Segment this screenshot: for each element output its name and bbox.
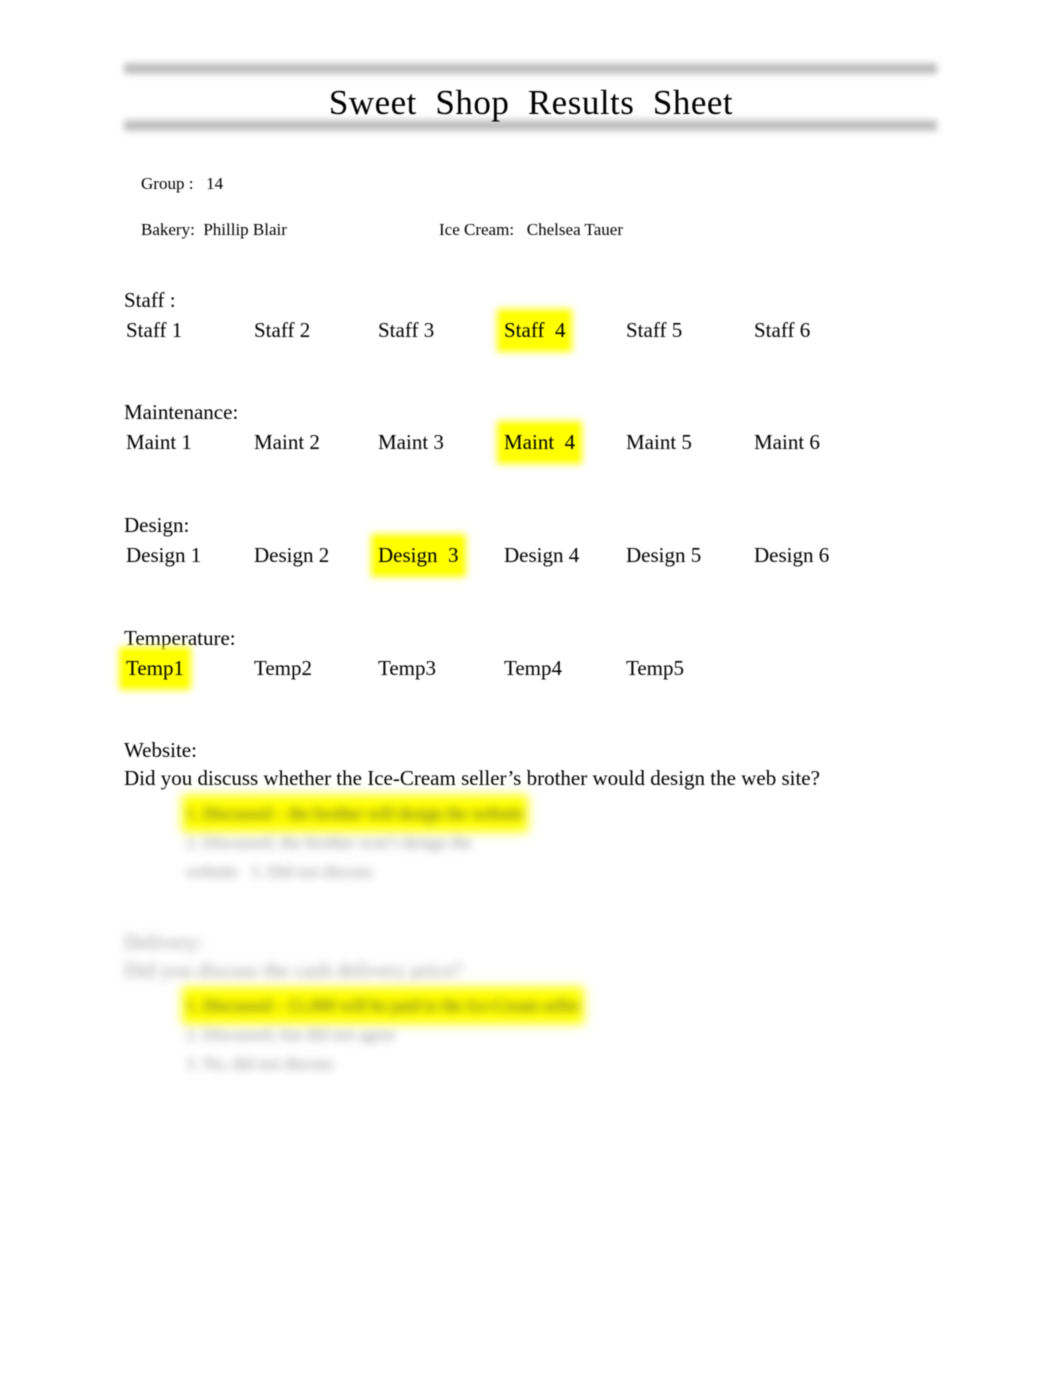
option-group-temperature: Temperature: Temp1 Temp2 Temp3 Temp4 Temp5 bbox=[124, 624, 684, 688]
option-maintenance-1[interactable]: Maint 1 bbox=[124, 426, 194, 459]
answer-delivery-2[interactable]: 2. Discussed, but did not agree bbox=[186, 1020, 395, 1049]
option-design-4[interactable]: Design 4 bbox=[502, 539, 581, 572]
answer-delivery-3[interactable]: 3. No, did not discuss bbox=[186, 1049, 333, 1078]
section-label: Website: bbox=[124, 738, 197, 762]
option-design-6[interactable]: Design 6 bbox=[752, 539, 831, 572]
answer-website-2[interactable]: 2. Discussed, the brother won’t design t… bbox=[186, 828, 472, 857]
option-temperature-4[interactable]: Temp4 bbox=[502, 652, 564, 685]
bakery-label: Bakery: bbox=[141, 220, 195, 239]
option-row-staff: Staff 1 Staff 2 Staff 3 Staff 4 Staff 5 Staff… bbox=[124, 314, 810, 350]
option-maintenance-6[interactable]: Maint 6 bbox=[752, 426, 822, 459]
option-design-2[interactable]: Design 2 bbox=[252, 539, 331, 572]
icecream-line: Ice Cream: Chelsea Tauer bbox=[422, 194, 623, 266]
option-group-label: Maintenance: bbox=[124, 400, 239, 424]
section-question: Did you discuss whether the Ice-Cream se… bbox=[124, 766, 820, 790]
section-website: Website: Did you discuss whether the Ice… bbox=[124, 736, 884, 886]
page-title: Sweet Shop Results Sheet bbox=[328, 83, 734, 122]
option-group-staff: Staff : Staff 1 Staff 2 Staff 3 Staff 4 Staf… bbox=[124, 286, 810, 350]
option-staff-4[interactable]: Staff 4 bbox=[502, 314, 568, 347]
option-group-label: Temperature: bbox=[124, 626, 236, 650]
bakery-value: Phillip Blair bbox=[203, 220, 287, 239]
group-label: Group : bbox=[141, 174, 194, 193]
answer-delivery-1[interactable]: 1. Discussed – £1,000 will be paid to th… bbox=[186, 991, 580, 1020]
group-value: 14 bbox=[206, 174, 224, 193]
option-group-label: Staff : bbox=[124, 288, 176, 312]
option-maintenance-4[interactable]: Maint 4 bbox=[502, 426, 578, 459]
section-question: Did you discuss the cash delivery price? bbox=[124, 958, 463, 982]
answer-list-website: 1. Discussed – the brother will design t… bbox=[124, 799, 884, 886]
answer-website-1[interactable]: 1. Discussed – the brother will design t… bbox=[186, 799, 524, 828]
option-staff-6[interactable]: Staff 6 bbox=[752, 314, 812, 347]
option-design-3[interactable]: Design 3 bbox=[376, 539, 461, 572]
option-maintenance-3[interactable]: Maint 3 bbox=[376, 426, 446, 459]
option-temperature-3[interactable]: Temp3 bbox=[376, 652, 438, 685]
option-temperature-5[interactable]: Temp5 bbox=[624, 652, 686, 685]
option-temperature-1[interactable]: Temp1 bbox=[124, 652, 187, 685]
option-staff-5[interactable]: Staff 5 bbox=[624, 314, 684, 347]
option-group-maintenance: Maintenance: Maint 1 Maint 2 Maint 3 Maint … bbox=[124, 398, 820, 462]
option-group-label: Design: bbox=[124, 513, 190, 537]
option-row-temperature: Temp1 Temp2 Temp3 Temp4 Temp5 bbox=[124, 652, 684, 688]
option-temperature-2[interactable]: Temp2 bbox=[252, 652, 314, 685]
option-maintenance-5[interactable]: Maint 5 bbox=[624, 426, 694, 459]
section-label: Delivery: bbox=[124, 930, 204, 954]
answer-website-3[interactable]: website 3. Did not discuss bbox=[186, 857, 373, 886]
option-staff-2[interactable]: Staff 2 bbox=[252, 314, 312, 347]
option-staff-1[interactable]: Staff 1 bbox=[124, 314, 184, 347]
option-maintenance-2[interactable]: Maint 2 bbox=[252, 426, 322, 459]
icecream-label: Ice Cream: bbox=[439, 220, 515, 239]
section-delivery: Delivery: Did you discuss the cash deliv… bbox=[124, 928, 884, 1078]
bakery-line: Bakery: Phillip Blair bbox=[124, 194, 287, 266]
option-design-5[interactable]: Design 5 bbox=[624, 539, 703, 572]
header-rule-top bbox=[124, 63, 937, 74]
document-page: Sweet Shop Results Sheet Group : 14 Bake… bbox=[0, 0, 1062, 1377]
option-row-design: Design 1 Design 2 Design 3 Design 4 Design 5… bbox=[124, 539, 829, 575]
icecream-value: Chelsea Tauer bbox=[526, 220, 624, 239]
option-staff-3[interactable]: Staff 3 bbox=[376, 314, 436, 347]
option-group-design: Design: Design 1 Design 2 Design 3 Design 4… bbox=[124, 511, 829, 575]
option-design-1[interactable]: Design 1 bbox=[124, 539, 203, 572]
option-row-maintenance: Maint 1 Maint 2 Maint 3 Maint 4 Maint 5 Maint… bbox=[124, 426, 820, 462]
answer-list-delivery: 1. Discussed – £1,000 will be paid to th… bbox=[124, 991, 884, 1078]
